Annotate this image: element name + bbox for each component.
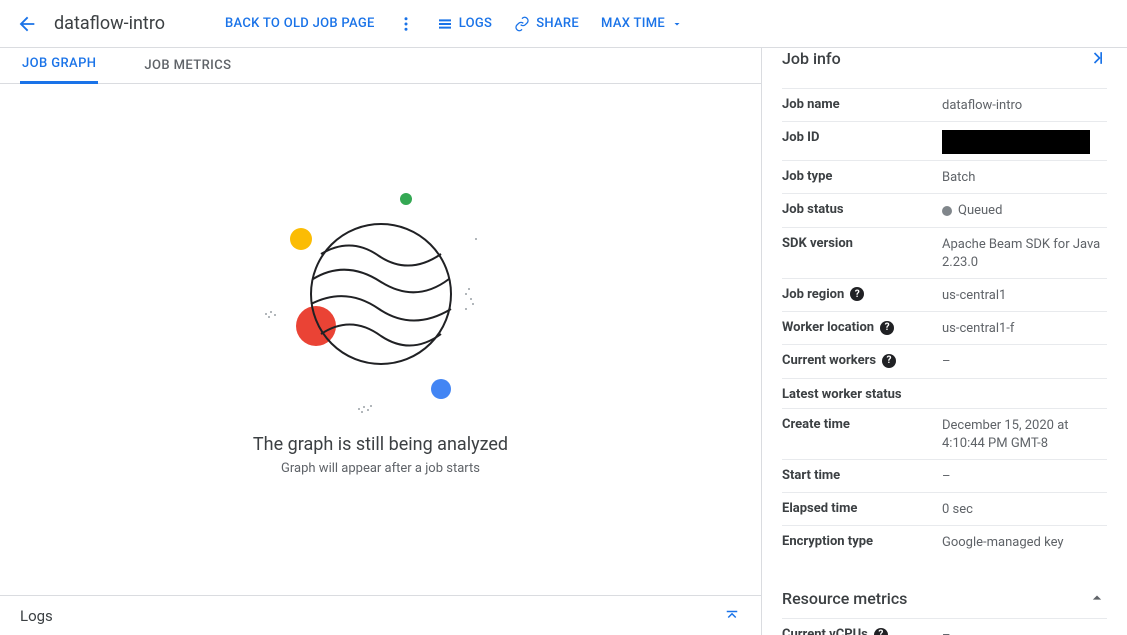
graph-placeholder-area: The graph is still being analyzed Graph … <box>0 84 761 595</box>
row-sdk: SDK version Apache Beam SDK for Java 2.2… <box>782 227 1107 278</box>
label-workers: Current workers? <box>782 351 942 368</box>
top-toolbar: dataflow-intro BACK TO OLD JOB PAGE LOGS… <box>0 0 1127 48</box>
value-job-id <box>942 128 1107 154</box>
value-worker-location: us-central1-f <box>942 318 1107 338</box>
label-encryption: Encryption type <box>782 532 942 549</box>
resource-metrics-title: Resource metrics <box>782 589 907 608</box>
left-panel: JOB GRAPH JOB METRICS <box>0 48 762 635</box>
toolbar-actions: BACK TO OLD JOB PAGE LOGS SHARE MAX TIME <box>225 15 683 33</box>
label-job-name: Job name <box>782 95 942 112</box>
value-start-time: – <box>942 466 1107 486</box>
value-job-status: Queued <box>942 200 1107 220</box>
label-job-status: Job status <box>782 200 942 217</box>
max-time-label: MAX TIME <box>601 16 665 31</box>
graph-subtitle: Graph will appear after a job starts <box>281 461 480 476</box>
job-info-table: Job name dataflow-intro Job ID Job type … <box>762 88 1127 558</box>
row-encryption: Encryption type Google-managed key <box>782 525 1107 558</box>
row-worker-location: Worker location? us-central1-f <box>782 311 1107 344</box>
job-title: dataflow-intro <box>54 13 165 34</box>
value-create-time: December 15, 2020 at 4:10:44 PM GMT-8 <box>942 415 1107 453</box>
value-vcpus: – <box>942 625 1107 635</box>
value-job-type: Batch <box>942 167 1107 187</box>
share-label: SHARE <box>536 16 579 31</box>
tab-job-graph[interactable]: JOB GRAPH <box>20 56 98 84</box>
row-job-status: Job status Queued <box>782 193 1107 226</box>
row-job-name: Job name dataflow-intro <box>782 88 1107 121</box>
row-current-workers: Current workers? – <box>782 344 1107 377</box>
label-start-time: Start time <box>782 466 942 483</box>
more-menu-icon[interactable] <box>397 15 415 33</box>
back-arrow-icon[interactable] <box>16 13 38 35</box>
analyzing-illustration <box>251 164 511 424</box>
collapse-panel-icon[interactable] <box>1087 48 1107 68</box>
resource-metrics-table: Current vCPUs? – Total vCPU time? – vCPU… <box>762 618 1127 635</box>
label-worker-status: Latest worker status <box>782 385 942 402</box>
label-worker-location: Worker location? <box>782 318 942 335</box>
row-start-time: Start time – <box>782 459 1107 492</box>
value-workers: – <box>942 351 1107 371</box>
value-region: us-central1 <box>942 285 1107 305</box>
label-create-time: Create time <box>782 415 942 432</box>
panel-title: Job info <box>782 49 841 68</box>
chevron-up-icon <box>1087 588 1107 608</box>
status-dot-icon <box>942 206 952 216</box>
help-icon[interactable]: ? <box>882 354 896 368</box>
resource-metrics-header[interactable]: Resource metrics <box>762 588 1127 608</box>
help-icon[interactable]: ? <box>850 287 864 301</box>
tabs: JOB GRAPH JOB METRICS <box>0 48 761 84</box>
row-job-id: Job ID <box>782 121 1107 160</box>
label-job-type: Job type <box>782 167 942 184</box>
status-text: Queued <box>958 203 1002 218</box>
label-sdk: SDK version <box>782 234 942 251</box>
logs-bar[interactable]: Logs <box>0 595 761 635</box>
row-elapsed: Elapsed time 0 sec <box>782 492 1107 525</box>
tab-job-metrics[interactable]: JOB METRICS <box>142 58 233 83</box>
value-job-name: dataflow-intro <box>942 95 1107 115</box>
graph-title: The graph is still being analyzed <box>253 434 508 455</box>
logs-icon <box>437 16 453 32</box>
link-icon <box>514 16 530 32</box>
value-sdk: Apache Beam SDK for Java 2.23.0 <box>942 234 1107 272</box>
logs-bar-label: Logs <box>20 607 53 625</box>
panel-header: Job info <box>762 48 1127 68</box>
label-elapsed: Elapsed time <box>782 499 942 516</box>
redacted-job-id <box>942 130 1090 154</box>
row-job-type: Job type Batch <box>782 160 1107 193</box>
logs-label: LOGS <box>459 16 493 31</box>
help-icon[interactable]: ? <box>874 628 888 635</box>
value-worker-status <box>942 385 1107 387</box>
label-region: Job region? <box>782 285 942 302</box>
label-vcpus: Current vCPUs? <box>782 625 942 635</box>
max-time-button[interactable]: MAX TIME <box>601 16 683 31</box>
value-elapsed: 0 sec <box>942 499 1107 519</box>
row-vcpus: Current vCPUs? – <box>782 618 1107 635</box>
share-button[interactable]: SHARE <box>514 16 579 32</box>
expand-icon[interactable] <box>723 607 741 625</box>
value-encryption: Google-managed key <box>942 532 1107 552</box>
label-job-id: Job ID <box>782 128 942 145</box>
row-region: Job region? us-central1 <box>782 278 1107 311</box>
row-worker-status: Latest worker status <box>782 378 1107 408</box>
logs-button[interactable]: LOGS <box>437 16 493 32</box>
back-to-old-link[interactable]: BACK TO OLD JOB PAGE <box>225 16 375 31</box>
help-icon[interactable]: ? <box>880 321 894 335</box>
row-create-time: Create time December 15, 2020 at 4:10:44… <box>782 408 1107 459</box>
right-panel: Job info Job name dataflow-intro Job ID … <box>762 48 1127 635</box>
chevron-down-icon <box>671 18 683 30</box>
